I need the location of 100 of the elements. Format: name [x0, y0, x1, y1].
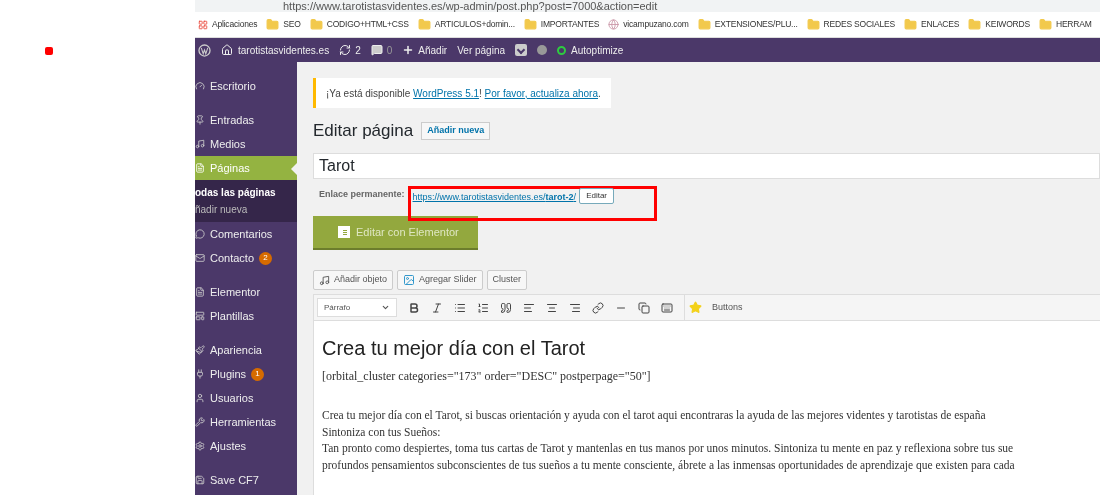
- link-icon[interactable]: [592, 301, 604, 314]
- menu-icon: [195, 441, 205, 451]
- menu-icon: [195, 287, 205, 297]
- count-badge: 2: [259, 251, 273, 265]
- bookmark-link[interactable]: SEO: [283, 18, 301, 31]
- bullet-list-icon[interactable]: [454, 301, 466, 314]
- sidebar-item[interactable]: Escritorio: [195, 74, 297, 98]
- comments-count[interactable]: 0: [386, 42, 393, 58]
- media-icon: [319, 274, 330, 286]
- bookmark-link[interactable]: ARTICULOS+domin...: [434, 18, 515, 31]
- sidebar-item[interactable]: Usuarios: [195, 386, 297, 410]
- folder-icon: [968, 18, 982, 31]
- notice-text: ¡Ya está disponible WordPress 5.1! Por favor, actualiza ahora.: [326, 86, 601, 101]
- paragraph-line: Crea tu mejor día con el Tarot, si buscas orientación y ayuda con el tarot aqui encontraras la ayuda de las mejores videntes y tarotistas de españa: [322, 408, 987, 424]
- menu-icon: [195, 253, 205, 263]
- add-new-button[interactable]: Añadir nueva: [421, 121, 491, 140]
- edit-permalink-button[interactable]: Editar: [579, 187, 615, 204]
- menu-icon: [195, 115, 205, 125]
- menu-icon: [195, 81, 205, 91]
- autoptimize-ring-icon: [557, 45, 567, 55]
- sidebar-item[interactable]: Comentarios: [195, 222, 297, 246]
- folder-icon: [806, 18, 820, 31]
- folder-icon: [523, 18, 537, 31]
- view-page-link[interactable]: Ver página: [457, 42, 506, 58]
- paragraph-line: profundos pensamientos subconscientes de tus sueños a tu mente consciente, ábrete a las inmensas oportunidades de aprendizaje que existen para cada: [322, 457, 1016, 473]
- paragraph-line: Sintoniza con tus Sueños:: [322, 424, 442, 440]
- menu-icon: [195, 345, 205, 355]
- bookmark-link[interactable]: REDES SOCIALES: [823, 18, 895, 31]
- comment-icon: [370, 44, 383, 56]
- plus-icon: [402, 44, 415, 56]
- caret-icon: [381, 303, 390, 312]
- title-field[interactable]: Tarot: [313, 152, 1100, 179]
- folder-icon: [1038, 18, 1052, 31]
- menu-icon: [195, 139, 205, 149]
- align-left-icon[interactable]: [523, 301, 535, 314]
- bookmark-link[interactable]: KEIWORDS: [985, 18, 1030, 31]
- bookmark-link[interactable]: IMPORTANTES: [540, 18, 600, 31]
- editor-area[interactable]: [313, 321, 1100, 495]
- media-button[interactable]: Cluster: [486, 270, 528, 290]
- bookmark-link[interactable]: ENLACES: [920, 18, 960, 31]
- site-link[interactable]: tarotistasvidentes.es: [238, 42, 330, 58]
- bookmark-link[interactable]: vicampuzano.com: [623, 18, 689, 31]
- menu-icon: [195, 393, 205, 403]
- slider-image-icon: [403, 274, 416, 286]
- sidebar-item[interactable]: Entradas: [195, 108, 297, 132]
- submenu-item[interactable]: odas las páginas: [195, 184, 297, 201]
- updates-count[interactable]: 2: [355, 42, 361, 58]
- site-icon: [608, 19, 620, 30]
- shortcode-text: [orbital_cluster categories="173" order="DESC" postperpage="50"]: [322, 368, 652, 385]
- format-select[interactable]: Párrafo: [317, 298, 397, 317]
- bookmark-link[interactable]: Aplicaciones: [212, 18, 258, 31]
- sidebar-item[interactable]: Apariencia: [195, 338, 297, 362]
- folder-icon: [417, 18, 431, 31]
- menu-icon: [195, 475, 205, 485]
- folder-icon: [903, 18, 917, 31]
- star-icon[interactable]: [689, 301, 702, 314]
- buttons-label[interactable]: Buttons: [712, 300, 743, 315]
- add-new-link[interactable]: Añadir: [418, 42, 448, 58]
- page-heading: Editar página: [313, 120, 414, 142]
- menu-icon: [195, 369, 205, 379]
- media-button[interactable]: Agregar Slider: [397, 270, 483, 290]
- numbered-list-icon[interactable]: [477, 301, 489, 314]
- keyboard-icon[interactable]: [661, 301, 673, 314]
- menu-icon: [195, 417, 205, 427]
- sidebar-item[interactable]: Save CF7: [195, 468, 297, 492]
- folder-icon: [309, 18, 323, 31]
- italic-icon[interactable]: [431, 301, 443, 314]
- paragraph-line: Tan pronto como despiertes, toma tus cartas de Tarot y mantenlas en tus manos por unos minutos. Sintoniza tu mente en paz y reflexiona sobre tus sue: [322, 441, 1015, 457]
- count-badge: 1: [251, 367, 265, 381]
- home-icon: [221, 44, 233, 56]
- update-now-link[interactable]: Por favor, actualiza ahora: [484, 87, 598, 99]
- quote-icon[interactable]: [500, 301, 512, 314]
- bold-icon[interactable]: [408, 301, 420, 314]
- menu-icon: [195, 229, 205, 239]
- align-center-icon[interactable]: [546, 301, 558, 314]
- permalink-label: Enlace permanente:: [319, 188, 405, 201]
- bookmark-link[interactable]: CODIGO+HTML+CSS: [326, 18, 409, 31]
- sidebar-item[interactable]: Medios: [195, 132, 297, 156]
- folder-icon: [697, 18, 711, 31]
- menu-icon: [195, 311, 205, 321]
- sidebar-item[interactable]: Ajustes: [195, 434, 297, 458]
- elementor-icon: [338, 226, 350, 238]
- sidebar-item[interactable]: Contacto 2: [195, 246, 297, 270]
- apps-grid-icon: [198, 19, 208, 30]
- autoptimize-link[interactable]: Autoptimize: [571, 42, 624, 58]
- media-button[interactable]: Añadir objeto: [313, 270, 394, 290]
- sidebar-item[interactable]: Herramientas: [195, 410, 297, 434]
- sidebar-item[interactable]: Elementor: [195, 280, 297, 304]
- updates-icon: [339, 44, 352, 56]
- copy-icon[interactable]: [638, 301, 650, 314]
- align-right-icon[interactable]: [569, 301, 581, 314]
- folder-icon: [266, 18, 280, 31]
- permalink-link[interactable]: https://www.tarotistasvidentes.es/tarot-2/: [412, 190, 577, 204]
- content-heading: Crea tu mejor día con el Tarot: [322, 336, 587, 361]
- sidebar-item[interactable]: Plugins 1: [195, 362, 297, 386]
- sidebar-item[interactable]: Plantillas: [195, 304, 297, 328]
- wordpress-logo-icon[interactable]: [198, 43, 211, 57]
- bookmark-link[interactable]: HERRAM: [1055, 18, 1092, 31]
- submenu-item[interactable]: ñadir nueva: [195, 201, 297, 218]
- bookmark-link[interactable]: EXTENSIONES/PLU...: [714, 18, 798, 31]
